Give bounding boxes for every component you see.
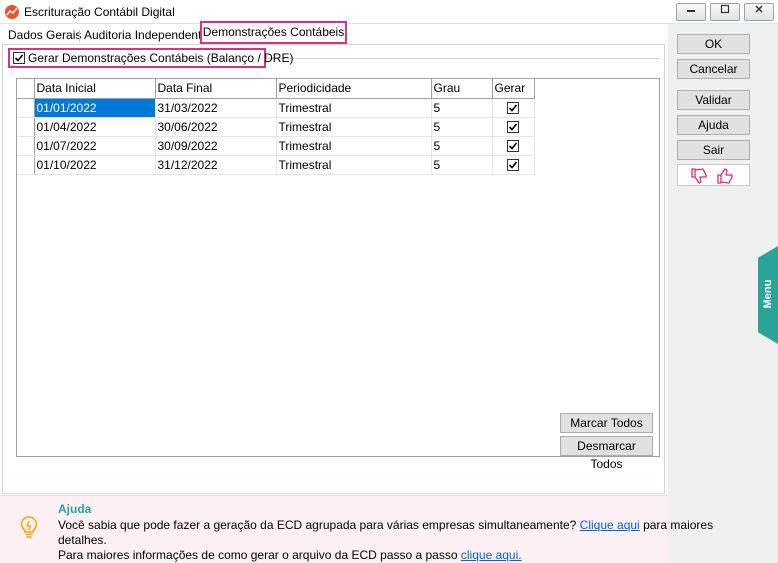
table-row[interactable]: 01/04/2022 30/06/2022 Trimestral 5 [17,117,535,137]
menu-tab[interactable]: Menu [758,246,778,344]
cell-periodicidade[interactable]: Trimestral [276,117,432,137]
help-line-2: detalhes. [58,533,107,547]
column-header-data-final[interactable]: Data Final [155,79,277,99]
cell-grau[interactable]: 5 [431,136,493,156]
help-text-3: Para maiores informações de como gerar o… [58,548,458,562]
cancel-label: Cancelar [689,62,738,76]
checkmark-icon [14,54,24,66]
checkmark-icon [508,103,518,116]
gerar-checkbox[interactable] [507,101,519,116]
help-panel: Ajuda Você sabia que pode fazer a geraçã… [0,495,713,563]
gerar-checkbox[interactable] [507,158,519,173]
table-row[interactable]: 01/01/2022 31/03/2022 Trimestral 5 [17,98,535,118]
menu-tab-label: Menu [762,279,774,309]
thumbs-up-icon[interactable] [716,168,734,187]
cell-data-final[interactable]: 31/03/2022 [155,98,277,118]
column-header-periodicidade[interactable]: Periodicidade [276,79,432,99]
gerar-checkbox[interactable] [507,120,519,135]
checkmark-icon [508,122,518,135]
table-row[interactable]: 01/07/2022 30/09/2022 Trimestral 5 [17,136,535,156]
cell-grau[interactable]: 5 [431,98,493,118]
periods-grid: Data Inicial Data Final Periodicidade Gr… [16,78,660,457]
thumbs-down-icon[interactable] [690,168,708,187]
exit-label: Sair [702,143,725,157]
row-indicator[interactable] [17,136,35,156]
help-link-2[interactable]: clique aqui. [461,548,522,562]
title-bar: Escrituração Contábil Digital [0,0,778,24]
cell-periodicidade[interactable]: Trimestral [276,98,432,118]
row-indicator[interactable] [17,98,35,118]
ok-label: OK [704,37,723,51]
feedback-box [677,164,750,186]
generate-statements-option[interactable]: Gerar Demonstrações Contábeis (Balanço /… [8,48,293,68]
table-header-row: Data Inicial Data Final Periodicidade Gr… [17,79,535,99]
gerar-checkbox[interactable] [507,139,519,154]
column-header-grau[interactable]: Grau [431,79,493,99]
maximize-button[interactable] [710,3,740,21]
help-link-1[interactable]: Clique aqui [580,518,640,532]
cell-data-final[interactable]: 30/09/2022 [155,136,277,156]
generate-statements-label: Gerar Demonstrações Contábeis (Balanço /… [28,51,294,65]
periods-table: Data Inicial Data Final Periodicidade Gr… [17,79,535,175]
column-header-gerar[interactable]: Gerar [492,79,535,99]
help-line-3: Para maiores informações de como gerar o… [58,548,522,562]
help-text-1: Você sabia que pode fazer a geração da E… [58,518,577,532]
cell-data-final[interactable]: 31/12/2022 [155,155,277,175]
exit-button[interactable]: Sair [677,140,750,160]
generate-statements-checkbox[interactable] [13,52,25,64]
validate-button[interactable]: Validar [677,90,750,110]
mark-all-button[interactable]: Marcar Todos [560,413,653,433]
help-line-1: Você sabia que pode fazer a geração da E… [58,518,713,532]
close-button[interactable] [744,3,774,21]
tab-auditoria-independente[interactable]: Auditoria Independente [80,28,212,44]
row-indicator[interactable] [17,117,35,137]
chart-up-icon [5,5,19,19]
cell-gerar[interactable] [492,98,535,118]
cell-data-inicial[interactable]: 01/04/2022 [34,117,156,137]
cell-grau[interactable]: 5 [431,117,493,137]
help-button[interactable]: Ajuda [677,115,750,135]
cell-gerar[interactable] [492,136,535,156]
tab-demonstracoes-contabeis[interactable]: Demonstrações Contábeis [200,21,347,44]
minimize-button[interactable] [676,3,706,21]
window-title: Escrituração Contábil Digital [24,5,175,19]
cell-data-final[interactable]: 30/06/2022 [155,117,277,137]
unmark-all-button[interactable]: Desmarcar Todos [560,436,653,471]
checkmark-icon [508,160,518,173]
help-text-1-end: para maiores [643,518,714,532]
help-title: Ajuda [58,502,92,516]
cell-data-inicial[interactable]: 01/10/2022 [34,155,156,175]
validate-label: Validar [695,93,732,107]
tab-dados-gerais[interactable]: Dados Gerais [4,28,85,44]
cell-periodicidade[interactable]: Trimestral [276,136,432,156]
checkmark-icon [508,141,518,154]
help-label: Ajuda [698,118,729,132]
lightbulb-icon [20,516,38,543]
row-indicator-header [17,79,35,99]
row-indicator[interactable] [17,155,35,175]
cell-grau[interactable]: 5 [431,155,493,175]
close-icon [754,5,764,17]
cell-data-inicial[interactable]: 01/07/2022 [34,136,156,156]
ok-button[interactable]: OK [677,34,750,54]
cell-data-inicial[interactable]: 01/01/2022 [34,98,156,118]
minimize-icon [686,5,696,17]
cell-periodicidade[interactable]: Trimestral [276,155,432,175]
cell-gerar[interactable] [492,155,535,175]
cell-gerar[interactable] [492,117,535,137]
column-header-data-inicial[interactable]: Data Inicial [34,79,156,99]
table-row[interactable]: 01/10/2022 31/12/2022 Trimestral 5 [17,155,535,175]
maximize-icon [720,4,730,17]
mark-all-label: Marcar Todos [570,416,643,430]
cancel-button[interactable]: Cancelar [677,59,750,79]
